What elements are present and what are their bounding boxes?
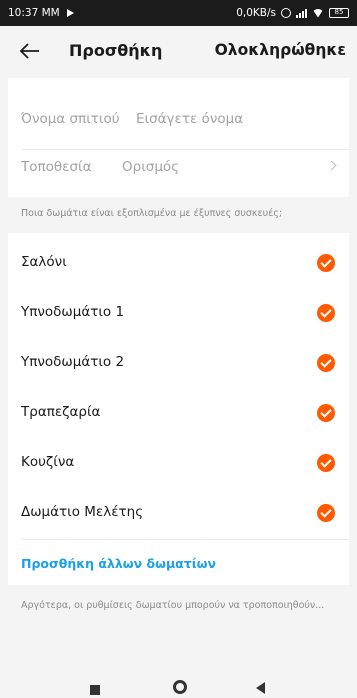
wifi-icon (312, 9, 324, 18)
room-label: Υπνοδωμάτιο 1 (21, 304, 125, 320)
rooms-card: Σαλόνι Υπνοδωμάτιο 1 Υπνοδωμάτιο 2 Τραπε… (8, 233, 349, 585)
add-rooms-link[interactable]: Προσθήκη άλλων δωματίων (21, 556, 216, 571)
check-circle-icon[interactable] (317, 454, 335, 472)
home-info-card: Όνομα σπιτιού Εισάγετε όνομα Τοποθεσία Ο… (8, 78, 349, 197)
check-circle-icon[interactable] (317, 304, 335, 322)
status-bar: 10:37 MM 0,0KB/s 85 (0, 0, 357, 26)
home-icon[interactable] (173, 680, 187, 694)
check-circle-icon[interactable] (317, 254, 335, 272)
page-title: Προσθήκη (69, 41, 163, 60)
done-button[interactable]: Ολοκληρώθηκε (215, 41, 346, 59)
recents-icon[interactable] (90, 685, 100, 695)
back-arrow-icon[interactable] (18, 40, 42, 62)
room-item[interactable]: Υπνοδωμάτιο 1 (8, 288, 349, 337)
room-item[interactable]: Δωμάτιο Μελέτης (8, 488, 349, 537)
room-label: Δωμάτιο Μελέτης (21, 504, 144, 520)
signal-icon (296, 8, 307, 18)
room-item[interactable]: Υπνοδωμάτιο 2 (8, 338, 349, 387)
room-label: Κουζίνα (21, 454, 75, 470)
location-row[interactable]: Τοποθεσία Ορισμός (8, 138, 349, 197)
battery-icon: 85 (329, 8, 349, 18)
chevron-right-icon (326, 160, 337, 171)
check-circle-icon[interactable] (317, 404, 335, 422)
room-item[interactable]: Σαλόνι (8, 238, 349, 287)
divider (21, 539, 349, 540)
rooms-note: Αργότερα, οι ρυθμίσεις δωματίου μπορούν … (21, 600, 325, 611)
system-nav-bar (0, 670, 357, 698)
check-circle-icon[interactable] (317, 504, 335, 522)
room-label: Σαλόνι (21, 254, 67, 270)
back-icon[interactable] (256, 682, 265, 694)
flag-icon (66, 9, 74, 17)
status-time: 10:37 MM (8, 7, 60, 19)
header: Προσθήκη Ολοκληρώθηκε (0, 26, 357, 76)
rooms-question: Ποια δωμάτια είναι εξοπλισμένα με έξυπνε… (21, 208, 283, 219)
location-label: Τοποθεσία (21, 159, 92, 175)
room-label: Υπνοδωμάτιο 2 (21, 354, 125, 370)
room-label: Τραπεζαρία (21, 404, 101, 420)
data-rate: 0,0KB/s (236, 7, 276, 19)
check-circle-icon[interactable] (317, 354, 335, 372)
home-name-label: Όνομα σπιτιού (21, 111, 120, 127)
home-name-input[interactable]: Εισάγετε όνομα (136, 111, 243, 127)
location-value: Ορισμός (122, 159, 180, 175)
room-item[interactable]: Τραπεζαρία (8, 388, 349, 437)
alarm-icon (281, 8, 291, 18)
room-item[interactable]: Κουζίνα (8, 438, 349, 487)
